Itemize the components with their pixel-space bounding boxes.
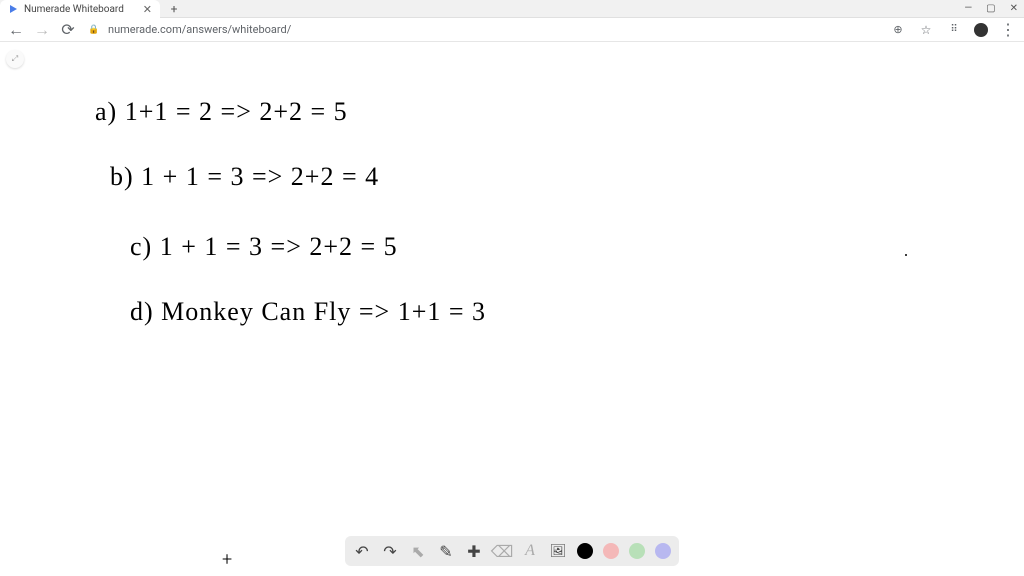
redo-button[interactable]: ↷ [381, 542, 399, 560]
bookmark-star-icon[interactable]: ☆ [918, 22, 934, 38]
whiteboard-canvas[interactable]: ⤢ a) 1+1 = 2 => 2+2 = 5 b) 1 + 1 = 3 => … [0, 42, 1024, 576]
eraser-tool[interactable]: ⌫ [493, 542, 511, 560]
tab-close-icon[interactable]: ✕ [143, 3, 152, 16]
reload-button[interactable]: ⟳ [60, 22, 76, 38]
handwriting-line-b: b) 1 + 1 = 3 => 2+2 = 4 [110, 162, 379, 192]
crosshair-cursor-icon: + [222, 549, 232, 570]
minimize-button[interactable]: — [964, 3, 972, 14]
lock-icon: 🔒 [86, 22, 102, 38]
url-field[interactable]: 🔒 numerade.com/answers/whiteboard/ [86, 22, 880, 38]
close-window-button[interactable]: ✕ [1010, 3, 1018, 14]
url-text: numerade.com/answers/whiteboard/ [108, 23, 291, 36]
undo-button[interactable]: ↶ [353, 542, 371, 560]
text-tool[interactable]: A [521, 542, 539, 560]
add-shape-tool[interactable]: ✚ [465, 542, 483, 560]
handwriting-line-a: a) 1+1 = 2 => 2+2 = 5 [95, 97, 348, 127]
address-bar: ← → ⟳ 🔒 numerade.com/answers/whiteboard/… [0, 18, 1024, 42]
tab-favicon-icon [8, 4, 18, 14]
expand-icon: ⤢ [12, 54, 18, 64]
browser-tab[interactable]: Numerade Whiteboard ✕ [0, 0, 160, 18]
browser-right-icons: ⊕ ☆ ⠿ ⋮ [890, 22, 1016, 38]
forward-button[interactable]: → [34, 22, 50, 38]
image-tool[interactable]: 🖼 [549, 542, 567, 560]
handwriting-line-c: c) 1 + 1 = 3 => 2+2 = 5 [130, 232, 398, 262]
tab-title: Numerade Whiteboard [24, 4, 137, 15]
browser-menu-icon[interactable]: ⋮ [1000, 22, 1016, 38]
expand-button[interactable]: ⤢ [6, 50, 24, 68]
color-green[interactable] [629, 543, 645, 559]
stray-dot [905, 254, 907, 256]
new-tab-button[interactable]: + [164, 0, 184, 18]
handwriting-line-d: d) Monkey Can Fly => 1+1 = 3 [130, 297, 486, 327]
color-blue[interactable] [655, 543, 671, 559]
pointer-tool[interactable]: ⬉ [409, 542, 427, 560]
color-red[interactable] [603, 543, 619, 559]
search-lens-icon[interactable]: ⊕ [890, 22, 906, 38]
extensions-icon[interactable]: ⠿ [946, 22, 962, 38]
avatar[interactable] [974, 23, 988, 37]
maximize-button[interactable]: ▢ [986, 3, 995, 14]
back-button[interactable]: ← [8, 22, 24, 38]
color-black[interactable] [577, 543, 593, 559]
pen-tool[interactable]: ✎ [437, 542, 455, 560]
whiteboard-toolbar: ↶ ↷ ⬉ ✎ ✚ ⌫ A 🖼 [345, 536, 679, 566]
